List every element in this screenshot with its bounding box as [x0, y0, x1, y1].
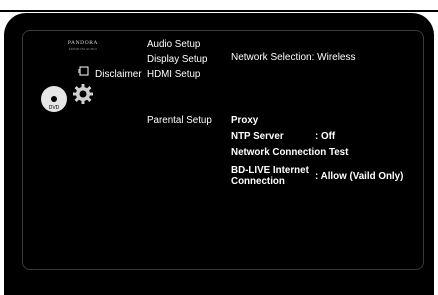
option-network-test-label: Network Connection Test [231, 147, 349, 158]
menu-parental-setup[interactable]: Parental Setup [147, 113, 212, 128]
network-selection[interactable]: Network Selection: Wireless [231, 52, 356, 63]
menu-display-setup[interactable]: Display Setup [147, 52, 207, 67]
brand-logo: PANDORA PREMIUM AUDIO [63, 40, 103, 51]
option-bd-live-label[interactable]: BD-LIVE Internet Connection [231, 165, 309, 187]
brand-tagline: PREMIUM AUDIO [68, 47, 98, 51]
setup-menu-bottom: Parental Setup [147, 113, 212, 128]
settings-small-icon [78, 66, 89, 76]
option-ntp-label: NTP Server [231, 131, 284, 142]
bd-live-line1: BD-LIVE Internet [231, 165, 309, 176]
network-options: Proxy NTP Server : Off Network Connectio… [231, 113, 348, 161]
option-proxy-label: Proxy [231, 115, 259, 126]
option-bd-live-value[interactable]: : Allow (Vaild Only) [315, 171, 403, 182]
dvd-disc-icon[interactable]: DVD [40, 85, 68, 113]
bd-live-line2: Connection [231, 176, 285, 187]
option-ntp-value: : Off [315, 131, 336, 142]
option-ntp-server[interactable]: NTP Server : Off [231, 129, 348, 145]
option-network-test[interactable]: Network Connection Test [231, 145, 348, 161]
option-proxy[interactable]: Proxy [231, 113, 348, 129]
network-selection-value: Wireless [317, 52, 356, 63]
menu-audio-setup[interactable]: Audio Setup [147, 37, 207, 52]
gear-icon[interactable] [72, 83, 94, 105]
brand-name: PANDORA [67, 40, 99, 46]
disclaimer-item[interactable]: Disclaimer [95, 69, 142, 80]
network-selection-label: Network Selection [231, 52, 312, 63]
setup-menu-top: Audio Setup Display Setup HDMI Setup [147, 37, 207, 82]
dvd-label: DVD [49, 105, 60, 111]
top-border-line [0, 10, 438, 12]
menu-hdmi-setup[interactable]: HDMI Setup [147, 67, 207, 82]
